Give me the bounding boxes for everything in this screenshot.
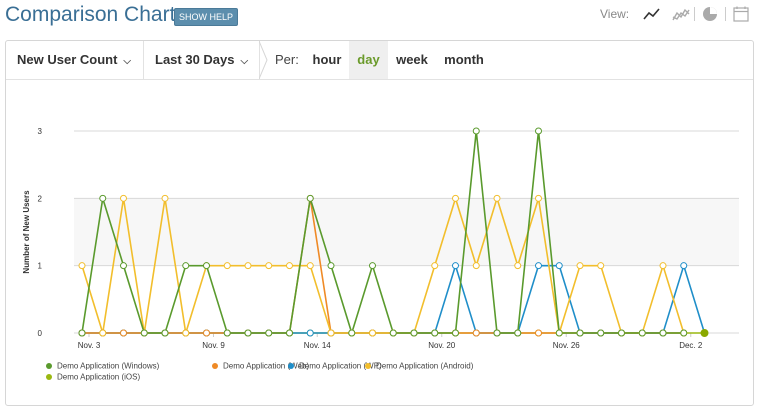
data-point[interactable] xyxy=(535,127,542,135)
data-point[interactable] xyxy=(576,262,584,270)
legend-swatch xyxy=(288,362,294,369)
data-point[interactable] xyxy=(120,262,127,270)
y-tick-label: 1 xyxy=(38,262,43,271)
data-point[interactable] xyxy=(78,262,86,270)
data-point[interactable] xyxy=(182,262,190,270)
data-point[interactable] xyxy=(223,262,231,270)
data-point[interactable] xyxy=(597,329,605,337)
data-point[interactable] xyxy=(286,329,293,337)
data-point[interactable] xyxy=(327,262,335,270)
data-point[interactable] xyxy=(597,262,605,270)
data-point[interactable] xyxy=(493,194,501,202)
data-point[interactable] xyxy=(327,329,335,337)
data-point[interactable] xyxy=(452,329,459,337)
y-axis-label: Number of New Users xyxy=(22,190,31,274)
data-point[interactable] xyxy=(680,262,688,270)
data-point[interactable] xyxy=(452,262,459,270)
legend-label: Demo Application (iOS) xyxy=(57,372,141,382)
data-point[interactable] xyxy=(161,329,169,337)
data-point[interactable] xyxy=(535,329,542,337)
x-tick-label: Nov. 9 xyxy=(202,341,225,350)
data-point[interactable] xyxy=(265,329,273,337)
data-point[interactable] xyxy=(410,329,418,337)
data-point[interactable] xyxy=(535,194,542,202)
data-point[interactable] xyxy=(306,262,314,270)
data-point[interactable] xyxy=(306,194,314,202)
data-point[interactable] xyxy=(369,329,376,337)
legend-swatch xyxy=(46,373,52,380)
data-point[interactable] xyxy=(431,262,439,270)
legend-item[interactable]: Demo Application (iOS) xyxy=(46,372,140,381)
data-point[interactable] xyxy=(223,329,231,337)
legend-swatch xyxy=(212,362,218,369)
data-point-highlighted[interactable] xyxy=(700,329,709,337)
data-point[interactable] xyxy=(389,329,397,337)
data-point[interactable] xyxy=(452,194,459,202)
data-point[interactable] xyxy=(78,329,86,337)
y-tick-label: 2 xyxy=(38,194,43,203)
data-point[interactable] xyxy=(265,262,273,270)
y-tick-label: 0 xyxy=(38,329,43,338)
data-point[interactable] xyxy=(120,329,127,337)
data-point[interactable] xyxy=(680,329,688,337)
y-tick-label: 3 xyxy=(38,127,43,136)
data-point[interactable] xyxy=(659,329,667,337)
data-point[interactable] xyxy=(535,262,542,270)
data-point[interactable] xyxy=(244,329,252,337)
data-point[interactable] xyxy=(514,262,522,270)
data-point[interactable] xyxy=(659,262,667,270)
x-tick-label: Nov. 26 xyxy=(553,341,581,350)
data-point[interactable] xyxy=(493,329,501,337)
x-tick-label: Nov. 20 xyxy=(428,341,456,350)
data-point[interactable] xyxy=(203,262,210,270)
data-point[interactable] xyxy=(431,329,439,337)
data-point[interactable] xyxy=(638,329,646,337)
line-chart: Number of New Users 0 1 2 3 Nov. 3 Nov. 9 Nov… xyxy=(22,127,739,350)
x-tick-label: Dec. 2 xyxy=(679,341,703,350)
data-point[interactable] xyxy=(182,329,190,337)
legend-swatch xyxy=(46,362,52,369)
data-point[interactable] xyxy=(348,329,356,337)
legend-item[interactable]: Demo Application (Android) xyxy=(365,361,473,370)
data-point[interactable] xyxy=(120,194,127,202)
data-point[interactable] xyxy=(472,127,480,135)
x-tick-label: Nov. 3 xyxy=(78,341,101,350)
data-point[interactable] xyxy=(576,329,584,337)
data-point[interactable] xyxy=(555,262,563,270)
legend-label: Demo Application (Windows) xyxy=(57,361,160,371)
data-point[interactable] xyxy=(514,329,522,337)
x-tick-label: Nov. 14 xyxy=(304,341,332,350)
data-point[interactable] xyxy=(472,262,480,270)
data-point[interactable] xyxy=(99,329,107,337)
data-point[interactable] xyxy=(286,262,293,270)
data-point[interactable] xyxy=(99,194,107,202)
data-point[interactable] xyxy=(140,329,148,337)
data-point[interactable] xyxy=(203,329,210,337)
data-point[interactable] xyxy=(472,329,480,337)
data-point[interactable] xyxy=(555,329,563,337)
data-point[interactable] xyxy=(618,329,625,337)
legend-swatch xyxy=(365,362,371,369)
data-point[interactable] xyxy=(244,262,252,270)
legend-item[interactable]: Demo Application (Windows) xyxy=(46,361,159,370)
legend-label: Demo Application (Android) xyxy=(376,361,474,371)
data-point[interactable] xyxy=(161,194,169,202)
data-point[interactable] xyxy=(306,329,314,337)
data-point[interactable] xyxy=(369,262,376,270)
